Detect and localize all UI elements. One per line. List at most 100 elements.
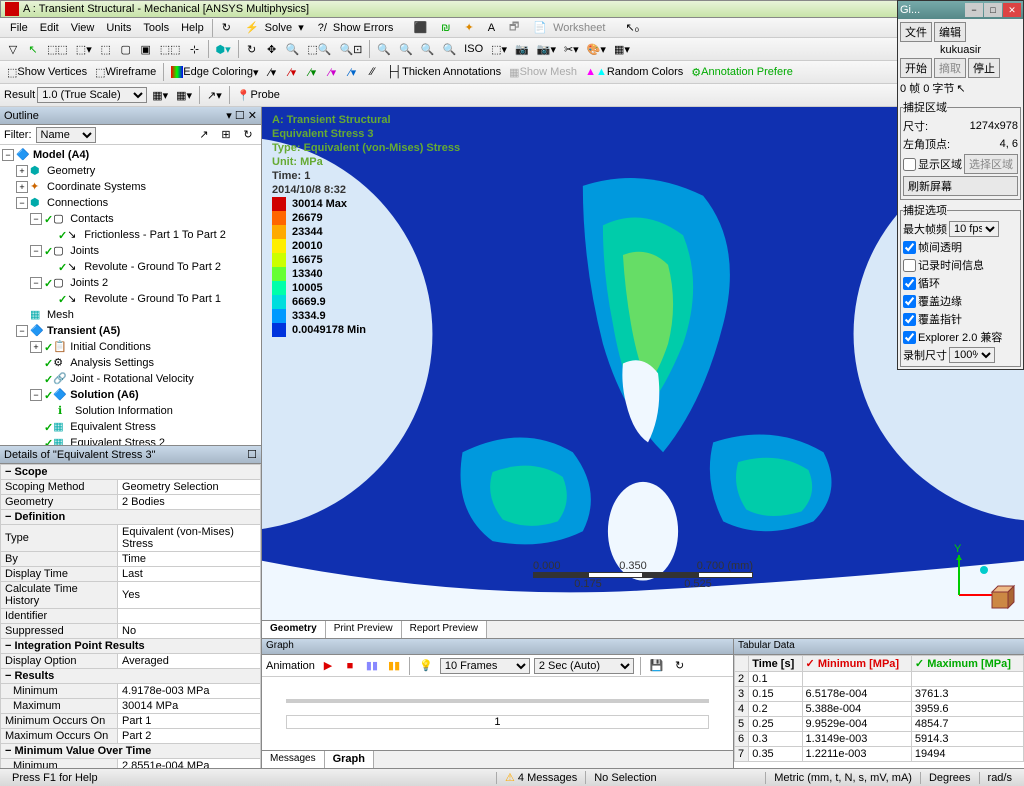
contour-icon[interactable]: ▦▾ — [149, 86, 171, 104]
rec-stop[interactable]: 停止 — [968, 58, 1000, 78]
tab-report-preview[interactable]: Report Preview — [402, 621, 487, 638]
sync-icon[interactable]: ↻ — [239, 126, 257, 144]
edge1-icon[interactable]: ∕▾ — [264, 63, 282, 81]
details-table[interactable]: − Scope Scoping MethodGeometry Selection… — [0, 464, 261, 768]
wireframe-button[interactable]: ⬚ Wireframe — [92, 63, 159, 81]
menu-edit[interactable]: Edit — [34, 20, 65, 36]
rec-opt-1[interactable] — [903, 259, 916, 272]
tb-icon-2[interactable]: ₪ — [434, 19, 457, 37]
maximize-icon[interactable]: □ — [984, 3, 1002, 17]
sel-area-btn[interactable]: 选择区域 — [964, 154, 1018, 174]
layout-icon[interactable]: ▦▾ — [611, 40, 633, 58]
iso-icon[interactable]: ⬢▾ — [213, 40, 234, 58]
duration-combo[interactable]: 2 Sec (Auto) — [534, 658, 634, 674]
tb-icon-6[interactable]: ↖₀ — [618, 19, 646, 37]
iso-text-icon[interactable]: ISO — [461, 40, 486, 58]
menu-file[interactable]: File — [4, 20, 34, 36]
extend-icon[interactable]: ⬚⬚ — [157, 40, 184, 58]
tab-geometry[interactable]: Geometry — [262, 621, 326, 638]
coord-icon[interactable]: ⊹ — [186, 40, 204, 58]
body-icon[interactable]: ▣ — [137, 40, 155, 58]
menu-tools[interactable]: Tools — [137, 20, 175, 36]
tb-icon-1[interactable]: ⬛ — [406, 19, 434, 37]
pan-icon[interactable]: ✥ — [263, 40, 281, 58]
fps-combo[interactable]: 10 fps — [949, 221, 999, 237]
filter-icon[interactable]: ▽ — [4, 40, 22, 58]
menu-view[interactable]: View — [65, 20, 101, 36]
select-icon[interactable]: ↖ — [24, 40, 42, 58]
edge4-icon[interactable]: ∕▾ — [324, 63, 342, 81]
edge-icon[interactable]: ⬚ — [97, 40, 115, 58]
worksheet-button[interactable]: 📄Worksheet — [526, 19, 618, 37]
magnify-icon[interactable]: 🔍 — [396, 40, 416, 58]
sync2-icon[interactable]: ↻ — [671, 657, 689, 675]
recorder-window[interactable]: Gi... −□✕ 文件编辑 kukuasir 开始摘取停止 0 帧 0 字节↖… — [897, 0, 1024, 370]
show-mesh-button[interactable]: ▦ Show Mesh — [506, 63, 580, 81]
probe-button[interactable]: 📍 Probe — [234, 86, 283, 104]
annot-pref-button[interactable]: ⚙ Annotation Prefere — [688, 63, 796, 81]
look-icon[interactable]: 🔍 — [374, 40, 394, 58]
outline-tree[interactable]: −🔷Model (A4) +⬢Geometry +✦Coordinate Sys… — [0, 145, 261, 445]
adjacent-icon[interactable]: ⬚⬚ — [44, 40, 71, 58]
frames-combo[interactable]: 10 Frames — [440, 658, 530, 674]
edge-icon2[interactable]: ▦▾ — [173, 86, 195, 104]
rec-menu-file[interactable]: 文件 — [900, 22, 932, 42]
rec-menu-edit[interactable]: 编辑 — [934, 22, 966, 42]
menu-help[interactable]: Help — [175, 20, 210, 36]
show-errors-button[interactable]: ?/ Show Errors — [311, 19, 407, 37]
edge5-icon[interactable]: ∕▾ — [344, 63, 362, 81]
show-area-check[interactable] — [903, 158, 916, 171]
frame1-icon[interactable]: ▮▮ — [363, 657, 381, 675]
fit-icon[interactable]: 🔍⊡ — [336, 40, 365, 58]
collapse-icon[interactable]: ⊞ — [217, 126, 235, 144]
export-icon[interactable]: 💾 — [647, 657, 667, 675]
expand-icon[interactable]: ↗ — [195, 126, 213, 144]
menu-units[interactable]: Units — [100, 20, 137, 36]
prev-icon[interactable]: 🔍 — [418, 40, 438, 58]
filter-combo[interactable]: Name — [36, 127, 96, 143]
tab-print-preview[interactable]: Print Preview — [326, 621, 402, 638]
stop-icon[interactable]: ■ — [341, 657, 359, 675]
refresh-icon[interactable]: ↻ — [215, 19, 238, 37]
zoombox-icon[interactable]: ⬚🔍 — [304, 40, 334, 58]
rec-opt-0[interactable] — [903, 241, 916, 254]
close-icon[interactable]: ✕ — [1003, 3, 1021, 17]
solve-button[interactable]: ⚡ Solve ▾ — [238, 19, 311, 37]
vec-icon[interactable]: ↗▾ — [204, 86, 225, 104]
rec-opt-3[interactable] — [903, 295, 916, 308]
cam2-icon[interactable]: 📷▾ — [534, 40, 559, 58]
rec-opt-4[interactable] — [903, 313, 916, 326]
scale-combo[interactable]: 1.0 (True Scale) — [37, 87, 147, 103]
show-vertices-button[interactable]: ⬚ Show Vertices — [4, 63, 90, 81]
play-icon[interactable]: ▶ — [319, 657, 337, 675]
recsize-combo[interactable]: 100% — [949, 347, 995, 363]
edge3-icon[interactable]: ∕▾ — [304, 63, 322, 81]
vertex-icon[interactable]: ⬚▾ — [73, 40, 95, 58]
bulb-icon[interactable]: 💡 — [416, 657, 436, 675]
minimize-icon[interactable]: − — [965, 3, 983, 17]
refresh-btn[interactable]: 刷新屏幕 — [903, 176, 1018, 196]
rec-opt-5[interactable] — [903, 331, 916, 344]
face-icon[interactable]: ▢ — [117, 40, 135, 58]
recorder-titlebar[interactable]: Gi... −□✕ — [898, 1, 1023, 19]
tb-icon-5[interactable]: 🗗 — [502, 19, 526, 37]
edge-coloring-button[interactable]: Edge Coloring ▾ — [168, 63, 261, 81]
view-icon[interactable]: ⬚▾ — [488, 40, 510, 58]
rec-start[interactable]: 开始 — [900, 58, 932, 78]
tab-graph[interactable]: Graph — [325, 751, 374, 768]
cube-icon[interactable] — [988, 584, 1018, 614]
tb-icon-3[interactable]: ✦ — [457, 19, 480, 37]
tab-messages[interactable]: Messages — [262, 751, 325, 768]
cam-icon[interactable]: 📷 — [512, 40, 532, 58]
rec-opt-2[interactable] — [903, 277, 916, 290]
rec-pick[interactable]: 摘取 — [934, 58, 966, 78]
zoom-icon[interactable]: 🔍 — [283, 40, 303, 58]
color-icon[interactable]: 🎨▾ — [584, 40, 609, 58]
clip-icon[interactable]: ✂▾ — [561, 40, 582, 58]
next-icon[interactable]: 🔍 — [439, 40, 459, 58]
thicken-button[interactable]: ├┤ Thicken Annotations — [384, 63, 505, 81]
rotate-icon[interactable]: ↻ — [243, 40, 261, 58]
edge6-icon[interactable]: ∕∕ — [364, 63, 382, 81]
tabular-data-table[interactable]: Time [s]✓ Minimum [MPa]✓ Maximum [MPa] 2… — [734, 655, 1024, 762]
edge2-icon[interactable]: ∕▾ — [284, 63, 302, 81]
